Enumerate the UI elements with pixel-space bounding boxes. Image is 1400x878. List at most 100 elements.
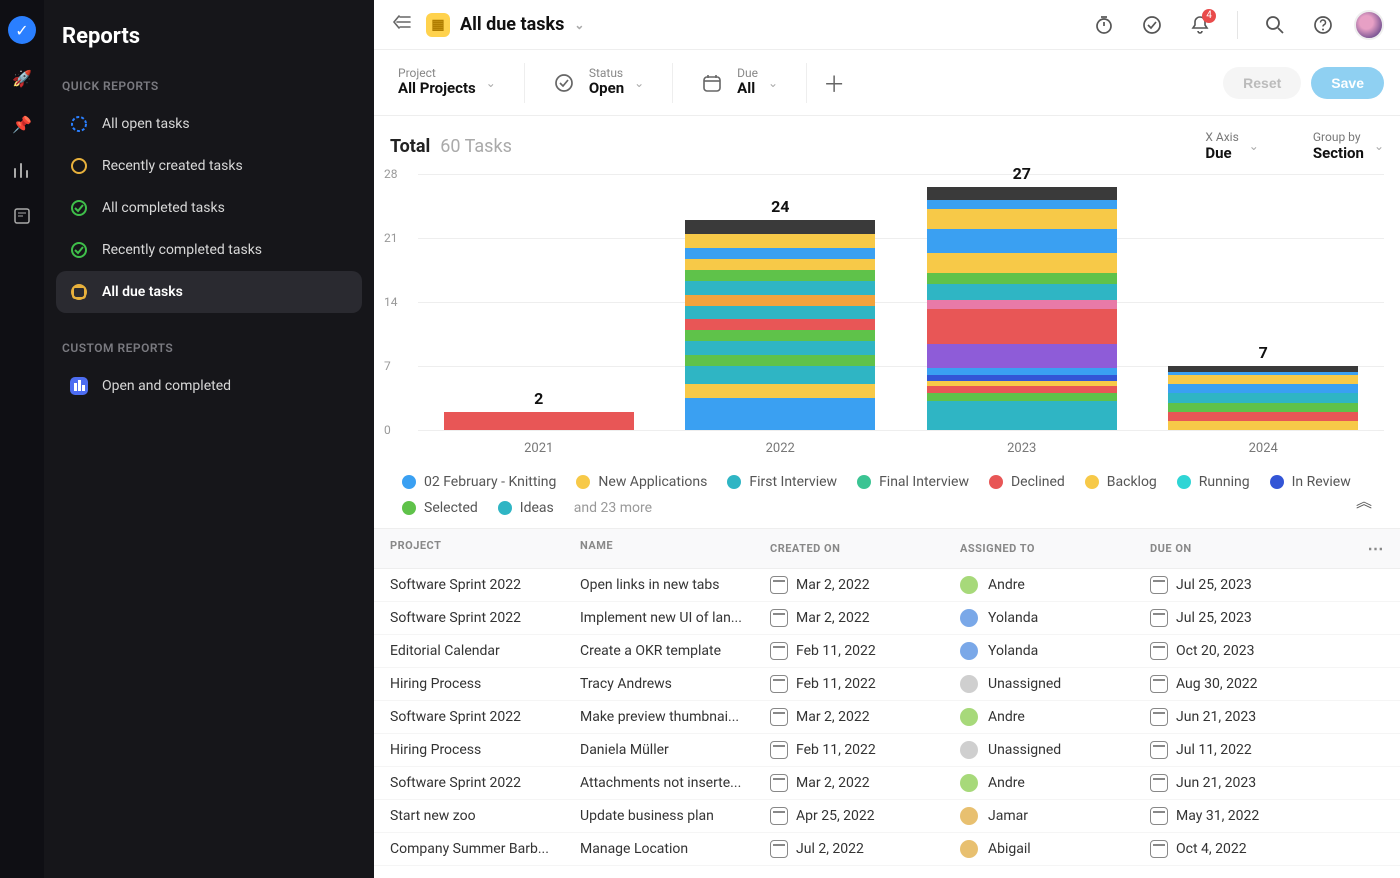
rail-pin-icon[interactable]: 📌 bbox=[10, 112, 34, 136]
x-tick: 2021 bbox=[439, 441, 639, 456]
sidebar-item[interactable]: All completed tasks bbox=[56, 187, 362, 229]
filter-status[interactable]: Status Open ⌄ bbox=[541, 67, 656, 99]
total-value: 60 Tasks bbox=[440, 136, 512, 157]
cell-due: Aug 30, 2022 bbox=[1150, 675, 1384, 693]
y-tick: 7 bbox=[384, 359, 391, 373]
cell-due: Jul 25, 2023 bbox=[1150, 609, 1384, 627]
legend-item[interactable]: Running bbox=[1177, 474, 1250, 490]
assignee-avatar bbox=[960, 675, 978, 693]
col-header-name[interactable]: NAME bbox=[580, 539, 770, 558]
cell-created: Mar 2, 2022 bbox=[770, 708, 960, 726]
bar-segment bbox=[927, 200, 1117, 209]
table-row[interactable]: Start new zoo Update business plan Apr 2… bbox=[374, 800, 1400, 833]
timer-icon[interactable] bbox=[1087, 8, 1121, 42]
assignee-avatar bbox=[960, 840, 978, 858]
collapse-sidebar-icon[interactable] bbox=[390, 11, 412, 38]
rail-chart-icon[interactable] bbox=[10, 158, 34, 182]
legend-item[interactable]: New Applications bbox=[576, 474, 707, 490]
cell-due: Jul 11, 2022 bbox=[1150, 741, 1384, 759]
chevron-down-icon: ⌄ bbox=[1374, 139, 1384, 153]
sidebar-item[interactable]: Open and completed bbox=[56, 365, 362, 407]
bar-column[interactable]: 24 bbox=[680, 197, 880, 430]
table-row[interactable]: Software Sprint 2022 Open links in new t… bbox=[374, 569, 1400, 602]
cell-project: Editorial Calendar bbox=[390, 643, 580, 659]
filter-project[interactable]: Project All Projects ⌄ bbox=[390, 67, 508, 99]
legend-item[interactable]: In Review bbox=[1270, 474, 1351, 490]
cell-due: Oct 4, 2022 bbox=[1150, 840, 1384, 858]
bar-column[interactable]: 2 bbox=[439, 389, 639, 430]
legend-item[interactable]: Selected bbox=[402, 500, 478, 516]
bar-segment bbox=[927, 209, 1117, 229]
bell-icon[interactable]: 4 bbox=[1183, 8, 1217, 42]
bar-segment bbox=[927, 187, 1117, 200]
bar-column[interactable]: 7 bbox=[1163, 343, 1363, 430]
col-header-project[interactable]: PROJECT bbox=[390, 539, 580, 558]
legend-item[interactable]: First Interview bbox=[727, 474, 837, 490]
save-button[interactable]: Save bbox=[1311, 67, 1384, 99]
legend-item[interactable]: Final Interview bbox=[857, 474, 969, 490]
reset-button[interactable]: Reset bbox=[1223, 67, 1301, 99]
assignee-avatar bbox=[960, 642, 978, 660]
table-row[interactable]: Editorial Calendar Create a OKR template… bbox=[374, 635, 1400, 668]
cell-assigned: Yolanda bbox=[960, 609, 1150, 627]
rail-note-icon[interactable] bbox=[10, 204, 34, 228]
filter-due[interactable]: Due All ⌄ bbox=[689, 67, 790, 99]
legend-item[interactable]: Backlog bbox=[1085, 474, 1157, 490]
table-row[interactable]: Software Sprint 2022 Make preview thumbn… bbox=[374, 701, 1400, 734]
cell-due: Oct 20, 2023 bbox=[1150, 642, 1384, 660]
add-filter-button[interactable]: ＋ bbox=[823, 67, 845, 99]
col-header-created[interactable]: CREATED ON bbox=[770, 539, 960, 558]
sidebar-item[interactable]: Recently completed tasks bbox=[56, 229, 362, 271]
legend-item[interactable]: Declined bbox=[989, 474, 1065, 490]
y-tick: 14 bbox=[384, 295, 398, 309]
table-row[interactable]: Software Sprint 2022 Implement new UI of… bbox=[374, 602, 1400, 635]
table-more-icon[interactable]: ⋯ bbox=[1368, 539, 1385, 558]
legend-dot bbox=[857, 475, 871, 489]
rail-rocket-icon[interactable]: 🚀 bbox=[10, 66, 34, 90]
table-row[interactable]: Software Sprint 2022 Attachments not ins… bbox=[374, 767, 1400, 800]
bar-segment bbox=[927, 284, 1117, 300]
legend-item[interactable]: 02 February - Knitting bbox=[402, 474, 556, 490]
calendar-icon bbox=[770, 708, 788, 726]
bar-segment bbox=[927, 344, 1117, 368]
xaxis-selector[interactable]: X Axis Due ⌄ bbox=[1181, 130, 1258, 162]
legend-dot bbox=[402, 475, 416, 489]
chevron-down-icon: ⌄ bbox=[1249, 139, 1259, 153]
calendar-icon bbox=[1150, 774, 1168, 792]
col-header-due[interactable]: DUE ON⋯ bbox=[1150, 539, 1384, 558]
bar-segment bbox=[685, 281, 875, 295]
table-row[interactable]: Company Summer Barb... Manage Location J… bbox=[374, 833, 1400, 866]
calendar-icon bbox=[1150, 840, 1168, 858]
col-header-assigned[interactable]: ASSIGNED TO bbox=[960, 539, 1150, 558]
legend-dot bbox=[576, 475, 590, 489]
legend-dot bbox=[727, 475, 741, 489]
sidebar-item[interactable]: All due tasks bbox=[56, 271, 362, 313]
check-circle-icon[interactable] bbox=[1135, 8, 1169, 42]
sidebar-item[interactable]: All open tasks bbox=[56, 103, 362, 145]
rail-tasks-icon[interactable]: ✓ bbox=[8, 16, 36, 44]
bar-segment bbox=[927, 393, 1117, 400]
groupby-selector[interactable]: Group by Section ⌄ bbox=[1289, 130, 1384, 162]
icon-rail: ✓ 🚀 📌 bbox=[0, 0, 44, 878]
bar-column[interactable]: 27 bbox=[922, 164, 1122, 430]
section-quick-reports: QUICK REPORTS bbox=[62, 79, 356, 93]
help-icon[interactable] bbox=[1306, 8, 1340, 42]
cell-created: Feb 11, 2022 bbox=[770, 642, 960, 660]
avatar[interactable] bbox=[1354, 10, 1384, 40]
page-title[interactable]: ▦ All due tasks ⌄ bbox=[426, 13, 584, 37]
calendar-icon bbox=[770, 642, 788, 660]
legend-item[interactable]: Ideas bbox=[498, 500, 554, 516]
sidebar-item[interactable]: Recently created tasks bbox=[56, 145, 362, 187]
calendar-icon bbox=[1150, 576, 1168, 594]
bar-segment bbox=[685, 259, 875, 270]
search-icon[interactable] bbox=[1258, 8, 1292, 42]
calendar-icon bbox=[770, 576, 788, 594]
table-row[interactable]: Hiring Process Tracy Andrews Feb 11, 202… bbox=[374, 668, 1400, 701]
collapse-chart-icon[interactable]: ︽ bbox=[1356, 488, 1372, 512]
legend-more[interactable]: and 23 more bbox=[574, 500, 652, 516]
bar-segment bbox=[685, 220, 875, 234]
cell-created: Mar 2, 2022 bbox=[770, 609, 960, 627]
cell-created: Feb 11, 2022 bbox=[770, 741, 960, 759]
stacked-bar bbox=[685, 220, 875, 430]
table-row[interactable]: Hiring Process Daniela Müller Feb 11, 20… bbox=[374, 734, 1400, 767]
